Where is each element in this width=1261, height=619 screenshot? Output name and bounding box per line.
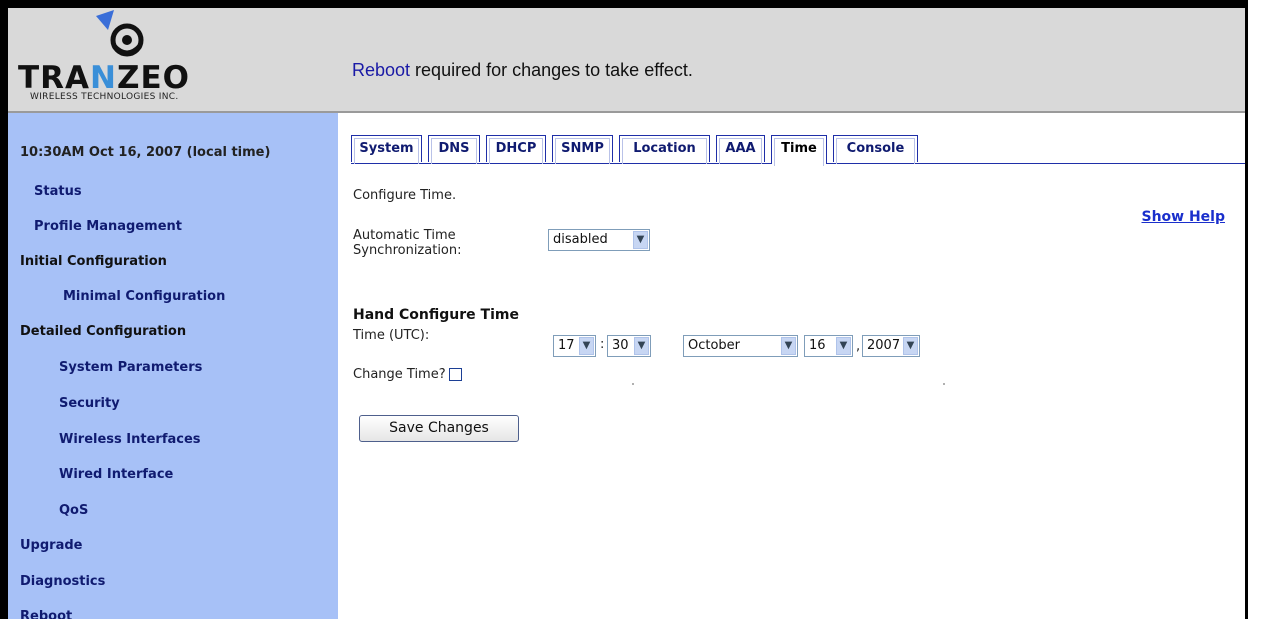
sidebar-item-wireless-interfaces[interactable]: Wireless Interfaces bbox=[59, 432, 201, 447]
auto-sync-select[interactable]: disabled ▼ bbox=[548, 229, 650, 251]
day-select[interactable]: 16 ▼ bbox=[804, 335, 853, 357]
sidebar-item-reboot[interactable]: Reboot bbox=[20, 609, 72, 619]
page-intro: Configure Time. bbox=[353, 188, 457, 203]
reboot-link[interactable]: Reboot bbox=[352, 60, 410, 80]
sidebar-item-initial-configuration[interactable]: Initial Configuration bbox=[20, 254, 167, 269]
month-value: October bbox=[688, 338, 741, 353]
logo-subtitle: WIRELESS TECHNOLOGIES INC. bbox=[30, 92, 179, 102]
year-select[interactable]: 2007 ▼ bbox=[862, 335, 920, 357]
notice-text: required for changes to take effect. bbox=[410, 60, 693, 80]
sidebar-item-detailed-configuration[interactable]: Detailed Configuration bbox=[20, 324, 186, 339]
hour-select[interactable]: 17 ▼ bbox=[553, 335, 596, 357]
auto-sync-label: Automatic Time Synchronization: bbox=[353, 228, 462, 258]
chevron-down-icon: ▼ bbox=[781, 337, 796, 355]
change-time-checkbox[interactable] bbox=[449, 368, 462, 381]
chevron-down-icon: ▼ bbox=[836, 337, 851, 355]
chevron-down-icon: ▼ bbox=[579, 337, 594, 355]
chevron-down-icon: ▼ bbox=[634, 337, 649, 355]
divider-dot bbox=[632, 383, 634, 385]
change-time-label: Change Time? bbox=[353, 367, 446, 382]
show-help-link[interactable]: Show Help bbox=[1141, 209, 1225, 225]
time-utc-label: Time (UTC): bbox=[353, 328, 430, 343]
sidebar-item-qos[interactable]: QoS bbox=[59, 503, 88, 518]
sidebar-item-upgrade[interactable]: Upgrade bbox=[20, 538, 82, 553]
hand-configure-heading: Hand Configure Time bbox=[353, 307, 519, 323]
chevron-down-icon: ▼ bbox=[633, 231, 648, 249]
header-bar: TRANZEO WIRELESS TECHNOLOGIES INC. Reboo… bbox=[8, 8, 1245, 113]
hour-value: 17 bbox=[558, 338, 575, 353]
auto-sync-label-line2: Synchronization: bbox=[353, 243, 462, 258]
minute-select[interactable]: 30 ▼ bbox=[607, 335, 651, 357]
reboot-notice: Reboot required for changes to take effe… bbox=[352, 60, 693, 81]
sidebar-item-system-parameters[interactable]: System Parameters bbox=[59, 360, 202, 375]
tranzeo-logo: TRANZEO WIRELESS TECHNOLOGIES INC. bbox=[8, 8, 338, 111]
time-separator: : bbox=[600, 337, 605, 352]
sidebar-item-profile-management[interactable]: Profile Management bbox=[34, 219, 182, 234]
month-select[interactable]: October ▼ bbox=[683, 335, 798, 357]
main-panel: System DNS DHCP SNMP Location AAA Time C… bbox=[338, 113, 1245, 619]
time-settings-form: Configure Time. Show Help Automatic Time… bbox=[338, 113, 1245, 619]
sidebar-item-security[interactable]: Security bbox=[59, 396, 120, 411]
save-changes-button[interactable]: Save Changes bbox=[359, 415, 519, 442]
local-time-clock: 10:30AM Oct 16, 2007 (local time) bbox=[20, 145, 271, 160]
year-value: 2007 bbox=[867, 338, 901, 353]
sidebar: 10:30AM Oct 16, 2007 (local time) Status… bbox=[8, 113, 338, 619]
chevron-down-icon: ▼ bbox=[903, 337, 918, 355]
browser-frame: TRANZEO WIRELESS TECHNOLOGIES INC. Reboo… bbox=[0, 0, 1248, 619]
sidebar-item-status[interactable]: Status bbox=[34, 184, 82, 199]
sidebar-item-wired-interface[interactable]: Wired Interface bbox=[59, 467, 173, 482]
auto-sync-label-line1: Automatic Time bbox=[353, 228, 456, 243]
logo-wordmark: TRANZEO bbox=[18, 60, 190, 96]
day-value: 16 bbox=[809, 338, 826, 353]
minute-value: 30 bbox=[612, 338, 629, 353]
date-separator: , bbox=[856, 339, 861, 354]
sidebar-item-minimal-configuration[interactable]: Minimal Configuration bbox=[63, 289, 225, 304]
divider-dot bbox=[943, 383, 945, 385]
auto-sync-value: disabled bbox=[553, 232, 608, 247]
sidebar-item-diagnostics[interactable]: Diagnostics bbox=[20, 574, 105, 589]
